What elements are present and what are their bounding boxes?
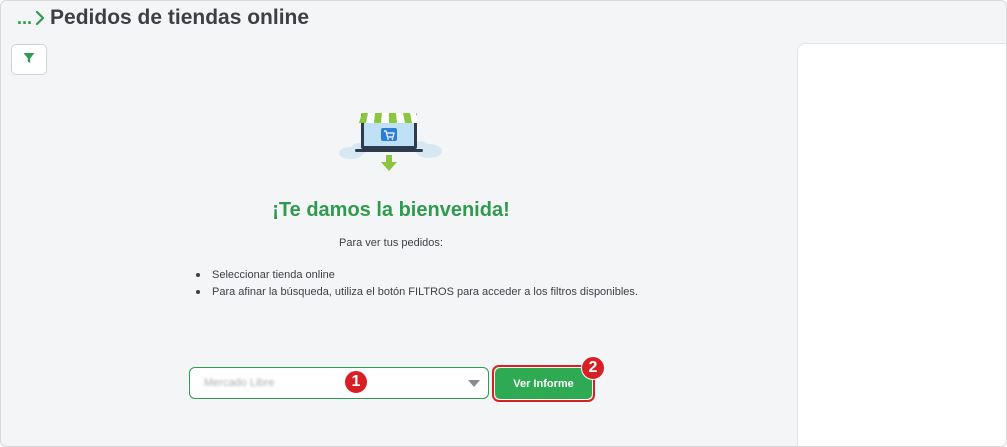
filter-button[interactable] bbox=[11, 44, 47, 75]
page-title: Pedidos de tiendas online bbox=[50, 6, 310, 29]
filter-icon bbox=[23, 51, 35, 69]
store-select[interactable]: Mercado Libre bbox=[189, 367, 489, 399]
list-item: Seleccionar tienda online bbox=[196, 267, 642, 283]
ver-informe-button[interactable]: Ver Informe bbox=[495, 368, 592, 399]
online-store-illustration bbox=[337, 105, 445, 175]
caret-down-icon[interactable] bbox=[468, 380, 480, 387]
list-item: Para afinar la búsqueda, utiliza el botó… bbox=[196, 284, 642, 300]
annotation-badge-1: 1 bbox=[344, 370, 368, 394]
breadcrumb: ... Pedidos de tiendas online bbox=[17, 6, 309, 30]
chevron-right-icon bbox=[34, 7, 46, 29]
app-frame: ... Pedidos de tiendas online ¡Te damos … bbox=[0, 0, 1007, 447]
welcome-title: ¡Te damos la bienvenida! bbox=[272, 199, 510, 221]
instructions-list: Seleccionar tienda online Para afinar la… bbox=[196, 267, 642, 301]
welcome-subtitle: Para ver tus pedidos: bbox=[339, 237, 443, 249]
annotation-badge-2: 2 bbox=[581, 356, 605, 380]
breadcrumb-ellipsis[interactable]: ... bbox=[17, 8, 32, 29]
side-panel bbox=[797, 43, 1006, 446]
store-select-value: Mercado Libre bbox=[204, 377, 275, 389]
